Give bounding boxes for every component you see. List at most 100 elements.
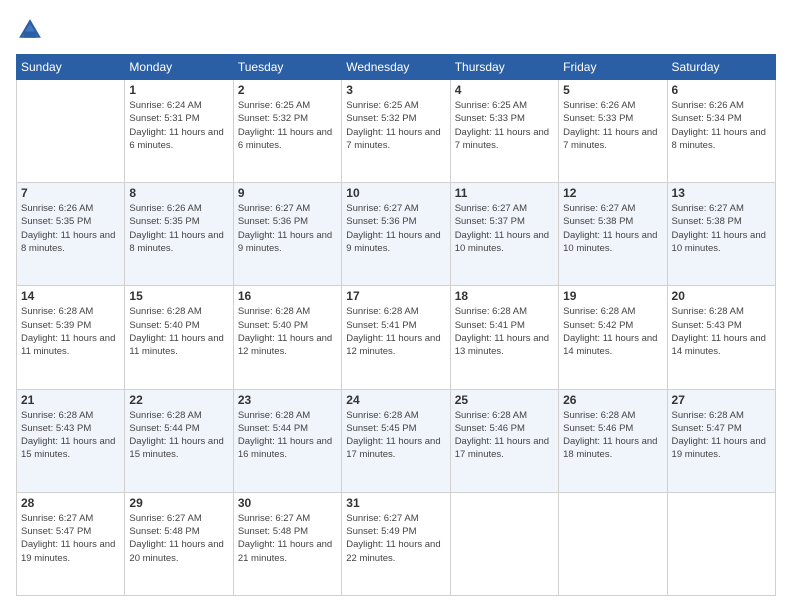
calendar-cell bbox=[450, 492, 558, 595]
day-info: Sunrise: 6:28 AMSunset: 5:41 PMDaylight:… bbox=[455, 305, 554, 358]
day-info: Sunrise: 6:27 AMSunset: 5:36 PMDaylight:… bbox=[238, 202, 337, 255]
calendar-week-row: 1 Sunrise: 6:24 AMSunset: 5:31 PMDaylight… bbox=[17, 80, 776, 183]
calendar-cell bbox=[667, 492, 775, 595]
day-info: Sunrise: 6:28 AMSunset: 5:40 PMDaylight:… bbox=[238, 305, 337, 358]
day-number: 17 bbox=[346, 289, 445, 303]
day-number: 22 bbox=[129, 393, 228, 407]
day-info: Sunrise: 6:28 AMSunset: 5:47 PMDaylight:… bbox=[672, 409, 771, 462]
day-info: Sunrise: 6:27 AMSunset: 5:48 PMDaylight:… bbox=[129, 512, 228, 565]
calendar-cell: 13 Sunrise: 6:27 AMSunset: 5:38 PMDayligh… bbox=[667, 183, 775, 286]
day-number: 10 bbox=[346, 186, 445, 200]
day-number: 24 bbox=[346, 393, 445, 407]
calendar-cell bbox=[17, 80, 125, 183]
day-number: 25 bbox=[455, 393, 554, 407]
day-info: Sunrise: 6:27 AMSunset: 5:38 PMDaylight:… bbox=[672, 202, 771, 255]
calendar-cell: 26 Sunrise: 6:28 AMSunset: 5:46 PMDayligh… bbox=[559, 389, 667, 492]
day-number: 4 bbox=[455, 83, 554, 97]
calendar-cell: 14 Sunrise: 6:28 AMSunset: 5:39 PMDayligh… bbox=[17, 286, 125, 389]
day-number: 27 bbox=[672, 393, 771, 407]
calendar-cell: 7Sunrise: 6:26 AMSunset: 5:35 PMDaylight… bbox=[17, 183, 125, 286]
day-number: 29 bbox=[129, 496, 228, 510]
day-info: Sunrise: 6:28 AMSunset: 5:43 PMDaylight:… bbox=[672, 305, 771, 358]
calendar-cell: 2 Sunrise: 6:25 AMSunset: 5:32 PMDaylight… bbox=[233, 80, 341, 183]
calendar-week-row: 28 Sunrise: 6:27 AMSunset: 5:47 PMDayligh… bbox=[17, 492, 776, 595]
day-header-wednesday: Wednesday bbox=[342, 55, 450, 80]
calendar-cell: 22 Sunrise: 6:28 AMSunset: 5:44 PMDayligh… bbox=[125, 389, 233, 492]
day-info: Sunrise: 6:28 AMSunset: 5:45 PMDaylight:… bbox=[346, 409, 445, 462]
logo bbox=[16, 16, 48, 44]
calendar-cell: 25 Sunrise: 6:28 AMSunset: 5:46 PMDayligh… bbox=[450, 389, 558, 492]
calendar-table: SundayMondayTuesdayWednesdayThursdayFrid… bbox=[16, 54, 776, 596]
day-header-tuesday: Tuesday bbox=[233, 55, 341, 80]
day-info: Sunrise: 6:24 AMSunset: 5:31 PMDaylight:… bbox=[129, 99, 228, 152]
calendar-cell: 18 Sunrise: 6:28 AMSunset: 5:41 PMDayligh… bbox=[450, 286, 558, 389]
calendar-header-row: SundayMondayTuesdayWednesdayThursdayFrid… bbox=[17, 55, 776, 80]
day-number: 3 bbox=[346, 83, 445, 97]
day-info: Sunrise: 6:27 AMSunset: 5:36 PMDaylight:… bbox=[346, 202, 445, 255]
calendar-week-row: 7Sunrise: 6:26 AMSunset: 5:35 PMDaylight… bbox=[17, 183, 776, 286]
day-number: 2 bbox=[238, 83, 337, 97]
calendar-page: SundayMondayTuesdayWednesdayThursdayFrid… bbox=[0, 0, 792, 612]
day-number: 16 bbox=[238, 289, 337, 303]
calendar-cell: 6 Sunrise: 6:26 AMSunset: 5:34 PMDaylight… bbox=[667, 80, 775, 183]
day-number: 8 bbox=[129, 186, 228, 200]
day-number: 26 bbox=[563, 393, 662, 407]
day-info: Sunrise: 6:25 AMSunset: 5:32 PMDaylight:… bbox=[238, 99, 337, 152]
calendar-cell: 8 Sunrise: 6:26 AMSunset: 5:35 PMDaylight… bbox=[125, 183, 233, 286]
day-info: Sunrise: 6:28 AMSunset: 5:41 PMDaylight:… bbox=[346, 305, 445, 358]
day-info: Sunrise: 6:26 AMSunset: 5:35 PMDaylight:… bbox=[21, 202, 120, 255]
day-info: Sunrise: 6:27 AMSunset: 5:37 PMDaylight:… bbox=[455, 202, 554, 255]
calendar-cell: 4Sunrise: 6:25 AMSunset: 5:33 PMDaylight… bbox=[450, 80, 558, 183]
day-number: 14 bbox=[21, 289, 120, 303]
calendar-cell: 9Sunrise: 6:27 AMSunset: 5:36 PMDaylight… bbox=[233, 183, 341, 286]
day-number: 30 bbox=[238, 496, 337, 510]
day-number: 12 bbox=[563, 186, 662, 200]
calendar-cell: 1 Sunrise: 6:24 AMSunset: 5:31 PMDaylight… bbox=[125, 80, 233, 183]
calendar-cell: 15Sunrise: 6:28 AMSunset: 5:40 PMDayligh… bbox=[125, 286, 233, 389]
day-number: 15 bbox=[129, 289, 228, 303]
day-number: 20 bbox=[672, 289, 771, 303]
day-info: Sunrise: 6:26 AMSunset: 5:34 PMDaylight:… bbox=[672, 99, 771, 152]
day-number: 28 bbox=[21, 496, 120, 510]
day-info: Sunrise: 6:28 AMSunset: 5:44 PMDaylight:… bbox=[129, 409, 228, 462]
day-info: Sunrise: 6:26 AMSunset: 5:35 PMDaylight:… bbox=[129, 202, 228, 255]
day-info: Sunrise: 6:28 AMSunset: 5:42 PMDaylight:… bbox=[563, 305, 662, 358]
day-number: 13 bbox=[672, 186, 771, 200]
calendar-cell: 10 Sunrise: 6:27 AMSunset: 5:36 PMDayligh… bbox=[342, 183, 450, 286]
calendar-cell: 30Sunrise: 6:27 AMSunset: 5:48 PMDayligh… bbox=[233, 492, 341, 595]
calendar-week-row: 21Sunrise: 6:28 AMSunset: 5:43 PMDayligh… bbox=[17, 389, 776, 492]
day-info: Sunrise: 6:27 AMSunset: 5:38 PMDaylight:… bbox=[563, 202, 662, 255]
day-number: 21 bbox=[21, 393, 120, 407]
day-info: Sunrise: 6:28 AMSunset: 5:46 PMDaylight:… bbox=[563, 409, 662, 462]
calendar-week-row: 14 Sunrise: 6:28 AMSunset: 5:39 PMDayligh… bbox=[17, 286, 776, 389]
calendar-cell: 17 Sunrise: 6:28 AMSunset: 5:41 PMDayligh… bbox=[342, 286, 450, 389]
day-info: Sunrise: 6:27 AMSunset: 5:47 PMDaylight:… bbox=[21, 512, 120, 565]
calendar-cell: 21Sunrise: 6:28 AMSunset: 5:43 PMDayligh… bbox=[17, 389, 125, 492]
calendar-cell: 3 Sunrise: 6:25 AMSunset: 5:32 PMDaylight… bbox=[342, 80, 450, 183]
day-header-friday: Friday bbox=[559, 55, 667, 80]
header bbox=[16, 16, 776, 44]
day-info: Sunrise: 6:28 AMSunset: 5:44 PMDaylight:… bbox=[238, 409, 337, 462]
day-info: Sunrise: 6:28 AMSunset: 5:39 PMDaylight:… bbox=[21, 305, 120, 358]
day-number: 1 bbox=[129, 83, 228, 97]
day-number: 18 bbox=[455, 289, 554, 303]
day-info: Sunrise: 6:26 AMSunset: 5:33 PMDaylight:… bbox=[563, 99, 662, 152]
calendar-cell: 20 Sunrise: 6:28 AMSunset: 5:43 PMDayligh… bbox=[667, 286, 775, 389]
calendar-cell: 27 Sunrise: 6:28 AMSunset: 5:47 PMDayligh… bbox=[667, 389, 775, 492]
calendar-cell: 5 Sunrise: 6:26 AMSunset: 5:33 PMDaylight… bbox=[559, 80, 667, 183]
day-info: Sunrise: 6:25 AMSunset: 5:32 PMDaylight:… bbox=[346, 99, 445, 152]
calendar-cell: 19Sunrise: 6:28 AMSunset: 5:42 PMDayligh… bbox=[559, 286, 667, 389]
day-header-thursday: Thursday bbox=[450, 55, 558, 80]
calendar-cell bbox=[559, 492, 667, 595]
day-info: Sunrise: 6:27 AMSunset: 5:49 PMDaylight:… bbox=[346, 512, 445, 565]
day-number: 5 bbox=[563, 83, 662, 97]
calendar-cell: 29 Sunrise: 6:27 AMSunset: 5:48 PMDayligh… bbox=[125, 492, 233, 595]
calendar-cell: 31Sunrise: 6:27 AMSunset: 5:49 PMDayligh… bbox=[342, 492, 450, 595]
day-header-saturday: Saturday bbox=[667, 55, 775, 80]
day-header-sunday: Sunday bbox=[17, 55, 125, 80]
calendar-cell: 23Sunrise: 6:28 AMSunset: 5:44 PMDayligh… bbox=[233, 389, 341, 492]
day-number: 11 bbox=[455, 186, 554, 200]
day-header-monday: Monday bbox=[125, 55, 233, 80]
day-number: 6 bbox=[672, 83, 771, 97]
day-info: Sunrise: 6:28 AMSunset: 5:46 PMDaylight:… bbox=[455, 409, 554, 462]
